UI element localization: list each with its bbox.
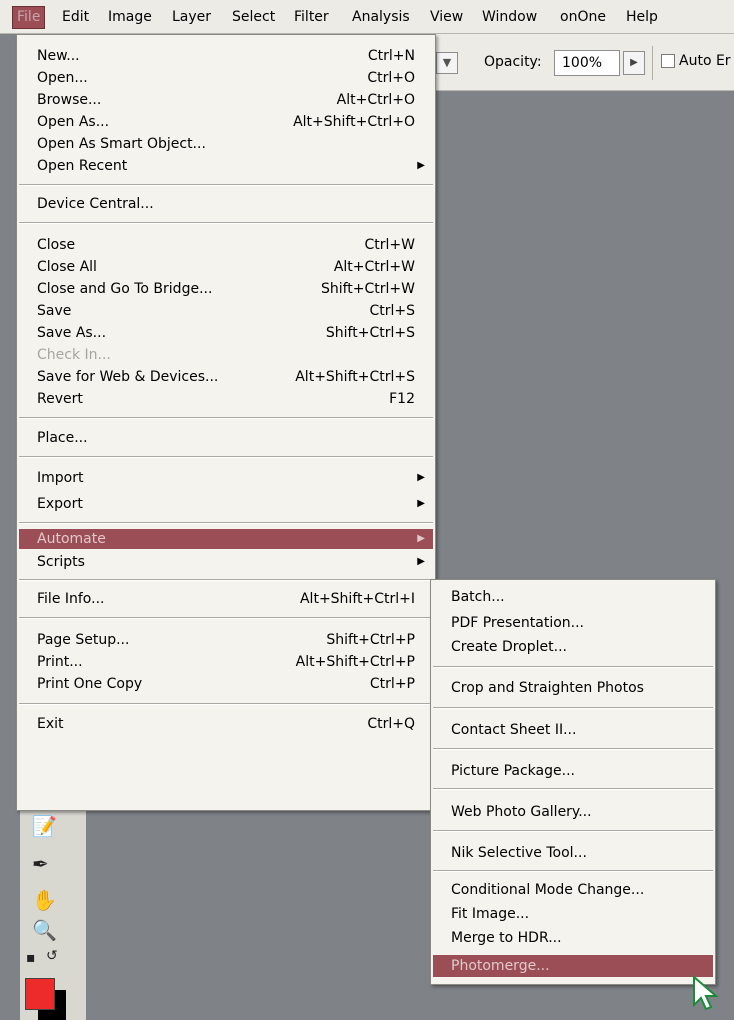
menu-separator (19, 222, 433, 224)
menu-separator (19, 579, 433, 581)
menu-item-file-info[interactable]: File Info... Alt+Shift+Ctrl+I (19, 588, 433, 610)
menu-separator (19, 522, 433, 524)
eyedropper-tool-icon[interactable]: ✒ (32, 852, 49, 876)
menu-item-close[interactable]: Close Ctrl+W (19, 234, 433, 256)
default-colors-icon[interactable]: ▪ (26, 950, 36, 966)
menu-item-close-and-go-to-bridge[interactable]: Close and Go To Bridge... Shift+Ctrl+W (19, 278, 433, 300)
mouse-cursor-icon (693, 975, 719, 1011)
submenu-arrow-icon: ▶ (417, 498, 425, 509)
menu-item-automate[interactable]: Automate ▶ (19, 529, 433, 549)
hand-tool-icon[interactable]: ✋ (32, 888, 57, 912)
menu-item-close-all[interactable]: Close All Alt+Ctrl+W (19, 256, 433, 278)
menu-item-browse[interactable]: Browse... Alt+Ctrl+O (19, 89, 433, 111)
menu-separator (433, 748, 713, 750)
menu-separator (19, 184, 433, 186)
menu-layer[interactable]: Layer (168, 7, 215, 28)
submenu-arrow-icon: ▶ (417, 556, 425, 567)
menu-item-open-as-smart-object[interactable]: Open As Smart Object... (19, 133, 433, 155)
submenu-arrow-icon: ▶ (417, 533, 425, 544)
menu-analysis[interactable]: Analysis (348, 7, 414, 28)
menu-item-batch[interactable]: Batch... (433, 586, 713, 608)
menu-separator (433, 870, 713, 872)
menu-item-merge-to-hdr[interactable]: Merge to HDR... (433, 927, 713, 949)
menu-separator (433, 788, 713, 790)
menu-item-create-droplet[interactable]: Create Droplet... (433, 636, 713, 658)
menu-item-conditional-mode-change[interactable]: Conditional Mode Change... (433, 879, 713, 901)
menu-help[interactable]: Help (622, 7, 662, 28)
menu-item-save-as[interactable]: Save As... Shift+Ctrl+S (19, 322, 433, 344)
menu-item-scripts[interactable]: Scripts ▶ (19, 551, 433, 573)
menu-separator (19, 617, 433, 619)
menu-item-import[interactable]: Import ▶ (19, 467, 433, 489)
submenu-arrow-icon: ▶ (417, 472, 425, 483)
notes-tool-icon[interactable]: 📝 (32, 814, 57, 838)
menu-separator (19, 456, 433, 458)
menu-item-device-central[interactable]: Device Central... (19, 193, 433, 215)
menu-item-fit-image[interactable]: Fit Image... (433, 903, 713, 925)
menu-select[interactable]: Select (228, 7, 279, 28)
menu-item-page-setup[interactable]: Page Setup... Shift+Ctrl+P (19, 629, 433, 651)
menu-item-crop-and-straighten[interactable]: Crop and Straighten Photos (433, 677, 713, 699)
opacity-label: Opacity: (484, 54, 542, 70)
menu-image[interactable]: Image (104, 7, 156, 28)
foreground-color-swatch[interactable] (25, 978, 55, 1010)
swap-colors-icon[interactable]: ↺ (46, 948, 58, 964)
menu-item-new[interactable]: New... Ctrl+N (19, 45, 433, 67)
menu-item-save-for-web[interactable]: Save for Web & Devices... Alt+Shift+Ctrl+… (19, 366, 433, 388)
zoom-tool-icon[interactable]: 🔍 (32, 918, 57, 942)
menu-item-open-recent[interactable]: Open Recent ▶ (19, 155, 433, 177)
menu-item-open[interactable]: Open... Ctrl+O (19, 67, 433, 89)
menu-item-revert[interactable]: Revert F12 (19, 388, 433, 410)
chevron-down-icon[interactable]: ▼ (436, 52, 458, 74)
menu-window[interactable]: Window (478, 7, 541, 28)
menu-separator (433, 666, 713, 668)
menu-item-open-as[interactable]: Open As... Alt+Shift+Ctrl+O (19, 111, 433, 133)
tools-panel: 📝 ✒ ✋ 🔍 ▪ ↺ (20, 808, 86, 1020)
menu-item-check-in: Check In... (37, 347, 111, 363)
menu-bar: File Edit Image Layer Select Filter Anal… (0, 0, 734, 34)
options-divider (652, 46, 653, 80)
menu-item-photomerge[interactable]: Photomerge... (433, 955, 713, 977)
menu-file[interactable]: File (12, 6, 46, 29)
file-menu: New... Ctrl+N Open... Ctrl+O Browse... Alt+… (16, 34, 436, 811)
menu-separator (19, 703, 433, 705)
auto-erase-label: Auto Er (679, 53, 731, 69)
menu-view[interactable]: View (426, 7, 467, 28)
opacity-arrow-icon[interactable]: ▶ (623, 51, 645, 75)
submenu-arrow-icon: ▶ (417, 160, 425, 171)
menu-filter[interactable]: Filter (290, 7, 333, 28)
automate-submenu: Batch... PDF Presentation... Create Drop… (430, 579, 716, 985)
menu-item-print[interactable]: Print... Alt+Shift+Ctrl+P (19, 651, 433, 673)
menu-item-web-photo-gallery[interactable]: Web Photo Gallery... (433, 801, 713, 823)
menu-edit[interactable]: Edit (58, 7, 93, 28)
opacity-field[interactable]: 100% (554, 50, 620, 76)
menu-item-export[interactable]: Export ▶ (19, 493, 433, 515)
auto-erase-checkbox[interactable] (661, 54, 675, 68)
menu-item-print-one-copy[interactable]: Print One Copy Ctrl+P (19, 673, 433, 695)
menu-item-contact-sheet[interactable]: Contact Sheet II... (433, 719, 713, 741)
menu-item-save[interactable]: Save Ctrl+S (19, 300, 433, 322)
menu-item-pdf-presentation[interactable]: PDF Presentation... (433, 612, 713, 634)
menu-separator (19, 417, 433, 419)
menu-item-picture-package[interactable]: Picture Package... (433, 760, 713, 782)
menu-separator (433, 830, 713, 832)
options-bar: ▼ Opacity: 100% ▶ Auto Er (430, 34, 734, 91)
menu-item-place[interactable]: Place... (19, 427, 433, 449)
menu-item-nik-selective-tool[interactable]: Nik Selective Tool... (433, 842, 713, 864)
menu-separator (433, 707, 713, 709)
menu-item-exit[interactable]: Exit Ctrl+Q (19, 713, 433, 735)
menu-onone[interactable]: onOne (556, 7, 610, 28)
